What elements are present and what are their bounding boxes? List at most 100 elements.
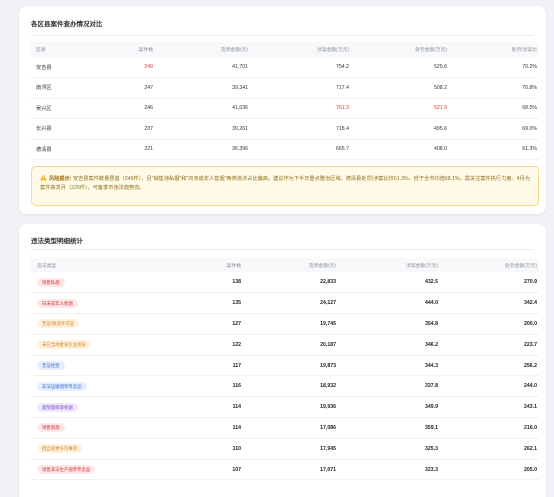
risk-alert: 风险提示: 安吉县案件数量居首（249件），且"销售违私烟"和"向未成年人售烟"…: [31, 166, 539, 206]
violation-type-tag: 无证/伪造许可证: [37, 319, 79, 329]
violation-type-tag: 销售非法生产烟草专卖品: [37, 465, 96, 475]
violation-type-tag: 无证经营: [37, 361, 65, 371]
table-row: 无证经营 117 19,873 344.3 256.2: [31, 355, 539, 376]
col-header-amount[interactable]: 违停金额(元): [153, 42, 248, 57]
involved-amount: 325.3: [425, 445, 438, 452]
amount: 19,745: [320, 320, 336, 327]
involved-amount: 432.5: [425, 279, 438, 286]
district-name: 德清县: [36, 146, 52, 153]
penalty-amount: 216.0: [524, 424, 537, 431]
penalty-amount: 508.2: [434, 84, 447, 91]
table-header-row: 区县 案件数 违停金额(元) 涉案金额(万元) 处罚金额(万元) 处罚/涉案比: [31, 42, 539, 57]
penalty-ratio: 61.3%: [522, 146, 537, 153]
col-header-cases[interactable]: 案件数: [181, 258, 241, 272]
case-count: 114: [232, 424, 241, 431]
table-header-row: 违法类型 案件数 违停金额(元) 涉案金额(万元) 处罚金额(万元): [31, 258, 539, 272]
col-header-district[interactable]: 区县: [31, 42, 121, 57]
divider: [31, 249, 534, 250]
table-row: 擅自变更许可事项 110 17,945 325.3 262.1: [31, 438, 539, 460]
involved-amount: 665.7: [336, 146, 349, 153]
penalty-ratio: 69.0%: [522, 125, 537, 132]
involved-amount: 717.4: [336, 84, 349, 91]
table-row: 未在当地批发企业进货 122 20,187 346.2 223.7: [31, 334, 539, 356]
violation-type-tag: 超限量邮寄卷烟: [37, 402, 78, 412]
warning-icon: [40, 174, 47, 181]
amount: 17,071: [320, 466, 336, 473]
violation-type-tag: 擅自变更许可事项: [37, 444, 83, 454]
penalty-amount: 342.4: [524, 300, 537, 307]
involved-amount: 359.1: [425, 424, 438, 431]
amount: 41,036: [232, 105, 248, 112]
amount: 39,261: [232, 125, 248, 132]
penalty-amount: 205.0: [524, 466, 537, 473]
col-header-involved[interactable]: 涉案金额(万元): [248, 42, 349, 57]
amount: 20,187: [320, 341, 336, 348]
table-row: 德清县 221 36,396 665.7 408.0 61.3%: [31, 139, 539, 160]
table-row: 非法运输烟草专卖品 116 18,932 337.8 244.0: [31, 376, 539, 397]
case-count: 249: [144, 64, 153, 70]
involved-amount: 344.3: [425, 362, 438, 369]
amount: 17,086: [320, 424, 336, 431]
case-count: 107: [232, 466, 241, 473]
district-name: 安吉县: [36, 64, 52, 71]
penalty-amount: 200.0: [524, 320, 537, 327]
district-compare-title: 各区县案件查办情况对比: [31, 21, 103, 28]
involved-amount: 323.3: [425, 466, 438, 473]
amount: 39,341: [232, 84, 248, 91]
penalty-amount: 223.7: [524, 341, 537, 348]
case-count: 221: [144, 146, 153, 153]
amount: 19,873: [320, 362, 336, 369]
amount: 24,127: [320, 300, 336, 307]
case-count: 110: [232, 445, 241, 452]
table-row: 超限量邮寄卷烟 114 19,936 349.9 243.1: [31, 397, 539, 418]
table-row: 销售假烟 114 17,086 359.1 216.0: [31, 418, 539, 439]
case-count: 117: [232, 362, 241, 369]
district-name: 南浔区: [36, 85, 52, 92]
penalty-amount: 408.0: [434, 146, 447, 153]
case-count: 247: [144, 84, 153, 91]
case-count: 127: [232, 320, 241, 327]
table-row: 南浔区 247 39,341 717.4 508.2 70.8%: [31, 78, 539, 98]
violation-type-tag: 销售私烟: [37, 277, 65, 287]
table-row: 长兴县 237 39,261 718.4 495.6 69.0%: [31, 119, 539, 139]
col-header-cases[interactable]: 案件数: [121, 42, 153, 57]
penalty-amount: 256.2: [524, 362, 537, 369]
case-count: 138: [232, 279, 241, 286]
penalty-amount: 521.9: [434, 105, 447, 112]
col-header-involved[interactable]: 涉案金额(万元): [336, 258, 438, 272]
case-count: 116: [232, 383, 241, 390]
involved-amount: 349.9: [425, 404, 438, 411]
col-header-penalty[interactable]: 处罚金额(万元): [438, 258, 539, 272]
involved-amount: 444.0: [425, 300, 438, 307]
violation-types-table: 违法类型 案件数 违停金额(元) 涉案金额(万元) 处罚金额(万元) 销售私烟 …: [31, 258, 539, 480]
involved-amount: 718.4: [336, 125, 349, 132]
penalty-ratio: 68.5%: [522, 105, 537, 112]
divider: [31, 35, 534, 36]
involved-amount: 337.8: [425, 383, 438, 390]
col-header-type[interactable]: 违法类型: [31, 258, 181, 272]
col-header-penalty[interactable]: 处罚金额(万元): [349, 42, 447, 57]
case-count: 135: [232, 300, 241, 307]
violation-types-title: 违法类型明细统计: [31, 238, 83, 245]
amount: 18,932: [320, 383, 336, 390]
involved-amount: 754.2: [336, 64, 349, 70]
table-row: 安吉县 249 41,701 754.2 529.6 70.2%: [31, 57, 539, 78]
case-count: 246: [144, 105, 153, 112]
district-name: 长兴县: [36, 126, 52, 133]
involved-amount: 761.3: [336, 105, 349, 112]
col-header-amount[interactable]: 违停金额(元): [241, 258, 336, 272]
violation-type-tag: 非法运输烟草专卖品: [37, 381, 87, 391]
amount: 41,701: [232, 64, 248, 70]
amount: 17,945: [320, 445, 336, 452]
penalty-ratio: 70.8%: [522, 84, 537, 91]
violation-type-tag: 销售假烟: [37, 423, 65, 433]
alert-text: 安吉县案件数量居首（249件），且"销售违私烟"和"向未成年人售烟"两类违法占比…: [40, 176, 530, 191]
case-count: 237: [144, 125, 153, 132]
col-header-ratio[interactable]: 处罚/涉案比: [447, 42, 539, 57]
case-count: 122: [232, 341, 241, 348]
table-row: 向未成年人售烟 135 24,127 444.0 342.4: [31, 293, 539, 314]
penalty-amount: 529.6: [434, 64, 447, 70]
penalty-amount: 244.0: [524, 383, 537, 390]
involved-amount: 354.8: [425, 320, 438, 327]
district-compare-table: 区县 案件数 违停金额(元) 涉案金额(万元) 处罚金额(万元) 处罚/涉案比 …: [31, 42, 539, 160]
